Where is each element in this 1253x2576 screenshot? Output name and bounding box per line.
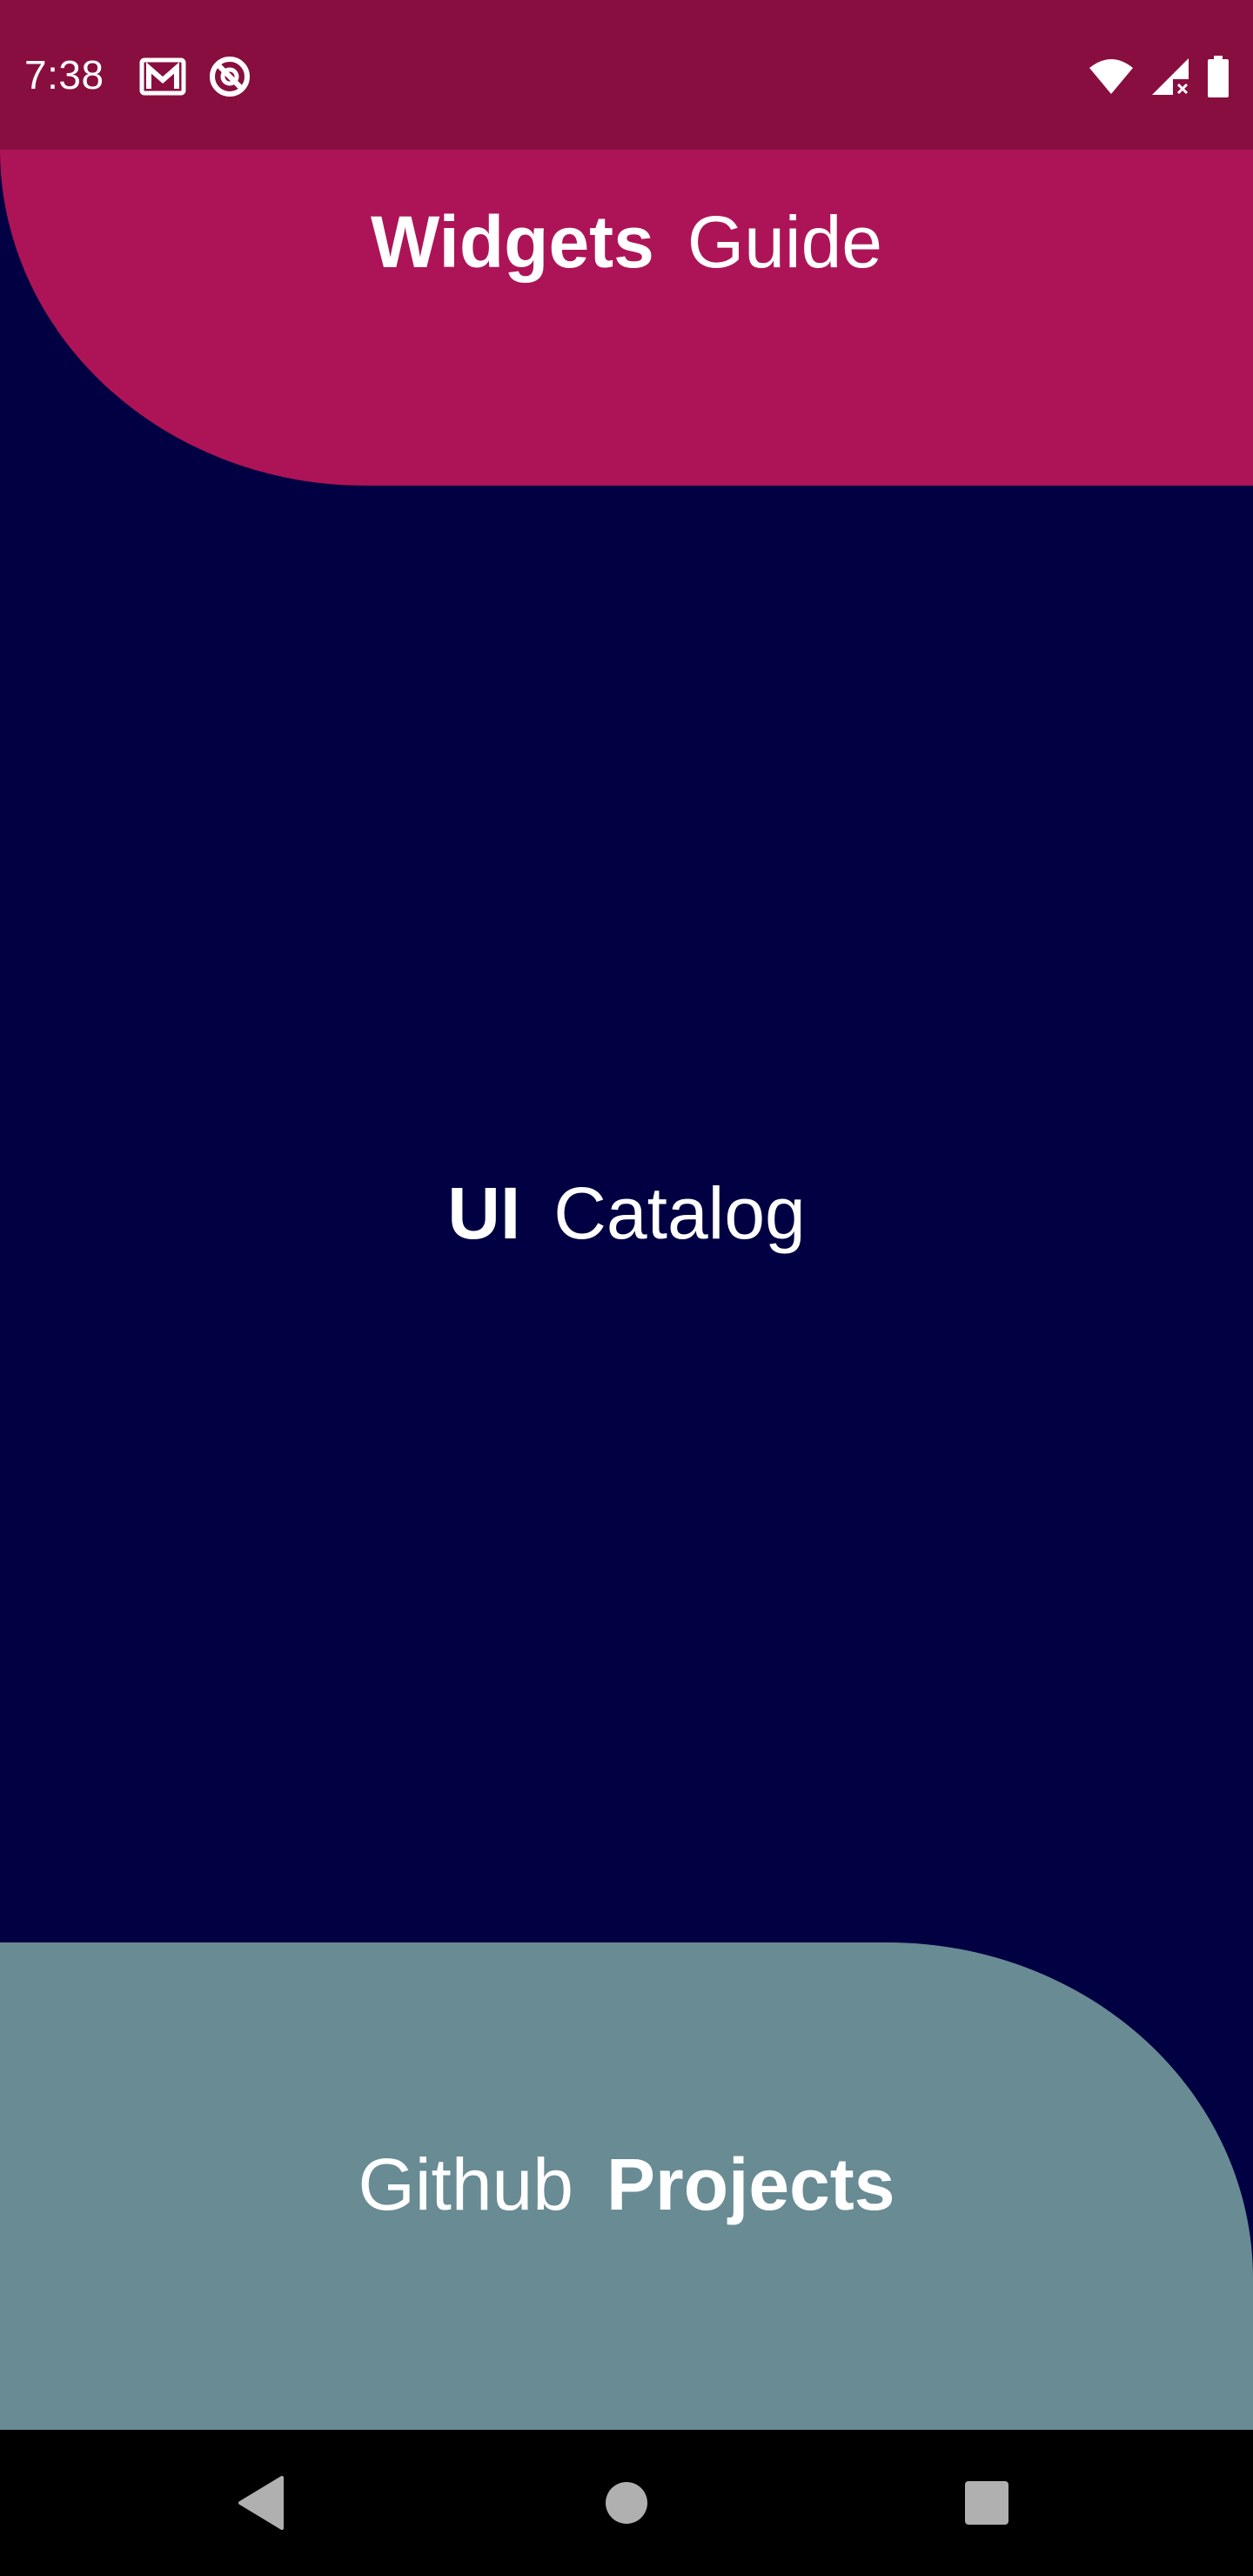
github-projects-bold-text: Projects <box>606 2143 895 2225</box>
app-root: 7:38 Widgets Guide UI Catalog Github Pro… <box>0 0 1253 2576</box>
wifi-icon <box>1088 57 1135 96</box>
widgets-guide-title: Widgets Guide <box>0 198 1253 285</box>
ui-catalog-title: UI Catalog <box>0 1170 1253 1257</box>
ui-catalog-bold-text: UI <box>447 1172 521 1254</box>
back-button[interactable] <box>226 2468 296 2538</box>
battery-icon <box>1206 56 1230 97</box>
github-projects-title: Github Projects <box>0 2141 1253 2228</box>
widgets-guide-regular-text: Guide <box>687 201 883 283</box>
widgets-guide-bold-text: Widgets <box>370 201 654 283</box>
back-icon <box>238 2476 284 2530</box>
status-system-icons <box>1088 54 1230 99</box>
recents-icon <box>965 2481 1008 2525</box>
navigation-bar <box>0 2430 1253 2576</box>
signal-no-data-icon <box>1150 57 1190 97</box>
ui-catalog-regular-text: Catalog <box>553 1172 806 1254</box>
github-projects-regular-text: Github <box>358 2143 574 2225</box>
status-bar: 7:38 <box>0 0 1253 150</box>
home-icon <box>606 2482 647 2524</box>
status-time: 7:38 <box>24 52 104 97</box>
github-projects-card[interactable]: Github Projects <box>0 1942 1253 2430</box>
ui-catalog-card[interactable]: UI Catalog <box>0 486 1253 1942</box>
recents-button[interactable] <box>952 2468 1022 2538</box>
home-button[interactable] <box>592 2468 661 2538</box>
status-notification-icons <box>139 54 252 99</box>
sync-off-icon <box>207 54 252 99</box>
gmail-icon <box>139 57 186 96</box>
